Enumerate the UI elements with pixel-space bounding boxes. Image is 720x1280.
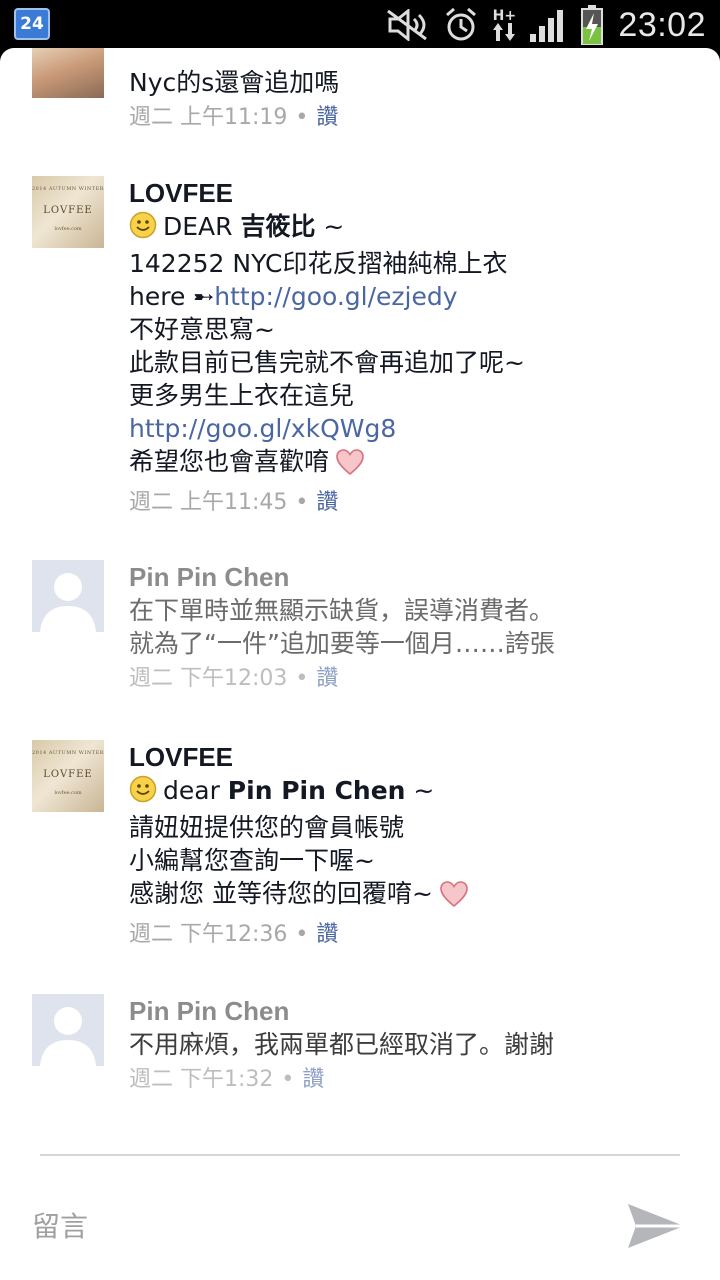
calendar-day: 24: [20, 14, 44, 34]
tagged-name[interactable]: Pin Pin Chen: [228, 776, 406, 805]
greeting-prefix: dear: [163, 776, 228, 805]
comment-text: 不用麻煩，我兩單都已經取消了。謝謝: [129, 1030, 555, 1059]
like-link[interactable]: 讚: [316, 105, 338, 130]
mute-icon: [386, 9, 430, 41]
comment-text: here ➸http://goo.gl/ezjedy: [129, 280, 700, 313]
avatar[interactable]: [32, 994, 104, 1066]
comment-time: 週二 下午12:36: [129, 922, 288, 947]
comment-text: 感謝您 並等待您的回覆唷~: [129, 877, 700, 916]
text-prefix: here ➸: [129, 282, 215, 311]
avatar[interactable]: [32, 560, 104, 632]
avatar-subtext: 2014 AUTUMN WINTER: [32, 186, 104, 192]
comment-meta: 週二 上午11:19 • 讚: [129, 103, 700, 133]
comment-meta: 週二 下午1:32 • 讚: [129, 1065, 700, 1095]
send-icon[interactable]: [626, 1196, 686, 1256]
composer-divider: [40, 1154, 680, 1156]
commenter-name[interactable]: Pin Pin Chen: [129, 994, 700, 1028]
default-avatar-icon: [40, 573, 96, 632]
comment-meta: 週二 上午11:45 • 讚: [129, 488, 700, 518]
comment-text: Nyc的s還會追加嗎: [129, 68, 340, 97]
clock: 23:02: [618, 5, 706, 44]
greeting-suffix: ~: [405, 776, 435, 805]
like-link[interactable]: 讚: [316, 490, 338, 515]
smile-emoji-icon: [129, 211, 157, 247]
commenter-name[interactable]: LOVFEE: [129, 176, 700, 210]
commenter-name[interactable]: LOVFEE: [129, 740, 700, 774]
alarm-icon: [444, 7, 478, 43]
comment-input[interactable]: [32, 1204, 552, 1248]
meta-separator: •: [295, 105, 309, 130]
comment-text: 希望您也會喜歡唷: [129, 445, 700, 484]
avatar[interactable]: [32, 48, 104, 98]
comment-link[interactable]: http://goo.gl/ezjedy: [214, 282, 457, 311]
comment-time: 週二 上午11:19: [129, 105, 288, 130]
avatar-subtext-2: lovfee.com: [54, 790, 82, 796]
default-avatar-icon: [40, 1007, 96, 1066]
like-link[interactable]: 讚: [302, 1067, 324, 1092]
avatar-subtext: 2014 AUTUMN WINTER: [32, 750, 104, 756]
avatar[interactable]: 2014 AUTUMN WINTER LOVFEE lovfee.com: [32, 740, 104, 812]
comment-text-span: 感謝您 並等待您的回覆唷~: [129, 879, 433, 908]
calendar-icon: 24: [14, 8, 50, 40]
comment-text: 142252 NYC印花反摺袖純棉上衣: [129, 249, 508, 278]
comment-time: 週二 上午11:45: [129, 490, 288, 515]
smile-emoji-icon: [129, 775, 157, 811]
greeting-prefix: DEAR: [163, 212, 241, 241]
battery-charging-icon: [580, 5, 604, 45]
comments-panel: Nyc的s還會追加嗎 週二 上午11:19 • 讚 2014 AUTUMN WINT…: [0, 48, 720, 1280]
data-arrows-icon: H+: [492, 9, 516, 41]
meta-separator: •: [295, 490, 309, 515]
avatar-subtext-2: lovfee.com: [54, 226, 82, 232]
commenter-name[interactable]: Pin Pin Chen: [129, 560, 700, 594]
comment-text: 在下單時並無顯示缺貨，誤導消費者。: [129, 596, 555, 625]
comment-text-span: 希望您也會喜歡唷: [129, 447, 330, 476]
comment-time: 週二 下午12:03: [129, 666, 288, 691]
comment-text: 此款目前已售完就不會再追加了呢~: [129, 348, 525, 377]
comment-text: DEAR 吉筱比 ~: [129, 210, 700, 247]
comment-time: 週二 下午1:32: [129, 1067, 274, 1092]
meta-separator: •: [281, 1067, 295, 1092]
avatar-brand: LOVFEE: [43, 769, 93, 780]
tagged-name[interactable]: 吉筱比: [240, 212, 315, 241]
status-bar: 24 H+ 23:02: [0, 0, 720, 50]
comment-link[interactable]: http://goo.gl/xkQWg8: [129, 412, 700, 445]
comment-meta: 週二 下午12:36 • 讚: [129, 920, 700, 950]
comment-text: 小編幫您查詢一下喔~: [129, 846, 375, 875]
greeting-suffix: ~: [315, 212, 345, 241]
heart-emoji-icon: [439, 880, 469, 916]
heart-emoji-icon: [335, 448, 365, 484]
comment-meta: 週二 下午12:03 • 讚: [129, 664, 700, 694]
comment-text: 不好意思寫~: [129, 315, 275, 344]
avatar[interactable]: 2014 AUTUMN WINTER LOVFEE lovfee.com: [32, 176, 104, 248]
avatar-brand: LOVFEE: [43, 205, 93, 216]
meta-separator: •: [295, 666, 309, 691]
comment-text: 更多男生上衣在這兒: [129, 381, 355, 410]
comment-composer: [0, 1158, 720, 1280]
like-link[interactable]: 讚: [316, 666, 338, 691]
like-link[interactable]: 讚: [316, 922, 338, 947]
comment-text: 就為了“一件”追加要等一個月……誇張: [129, 629, 555, 658]
meta-separator: •: [295, 922, 309, 947]
network-label: H+: [492, 8, 517, 24]
signal-icon: [530, 8, 566, 42]
comment-text: dear Pin Pin Chen ~: [129, 774, 700, 811]
comment-text: 請妞妞提供您的會員帳號: [129, 813, 405, 842]
